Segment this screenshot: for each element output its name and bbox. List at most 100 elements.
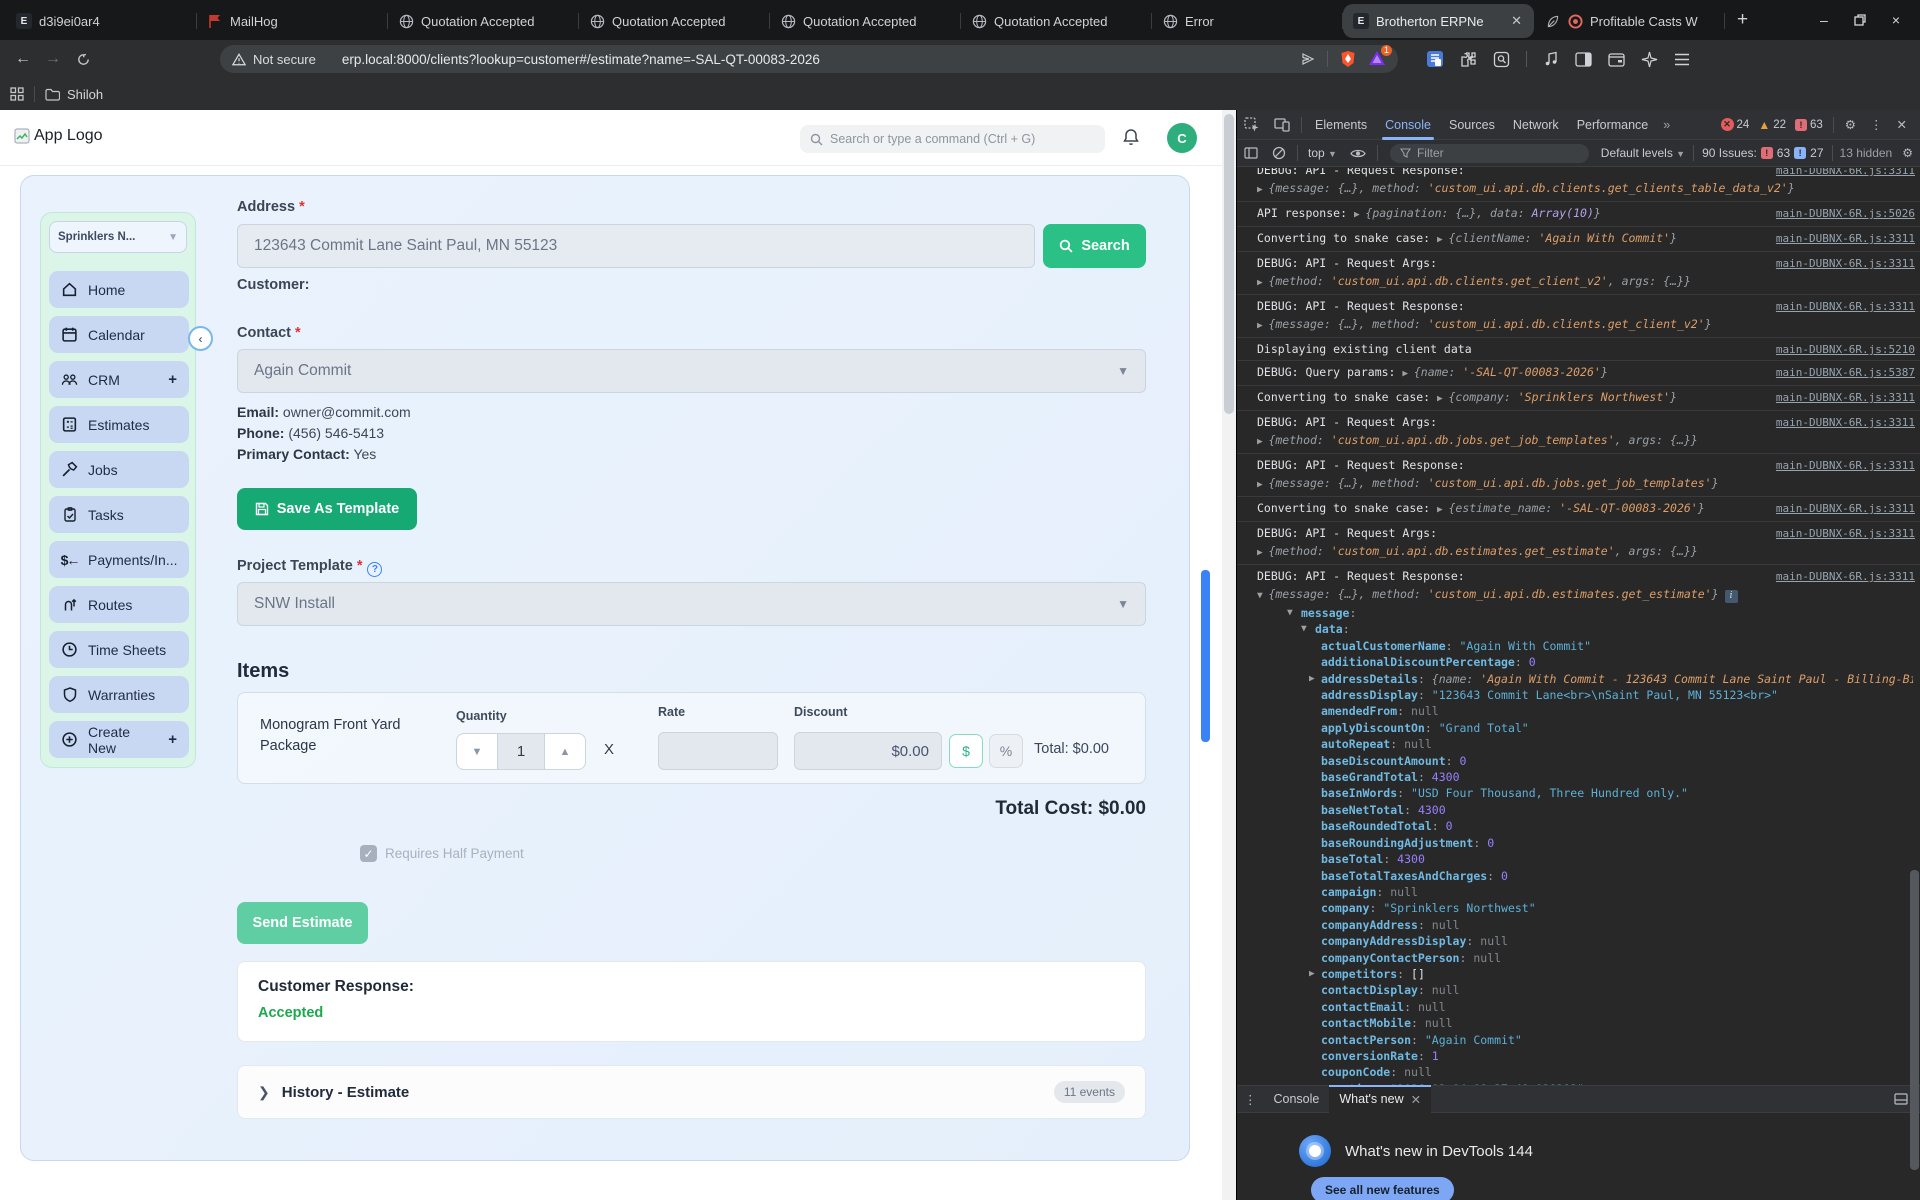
menu-hamburger-icon[interactable] <box>1674 53 1690 66</box>
object-property-row[interactable]: actualCustomerName: "Again With Commit" <box>1257 638 1913 654</box>
brave-shield-icon[interactable] <box>1340 50 1356 68</box>
devtools-tab-network[interactable]: Network <box>1504 110 1568 140</box>
sidebar-toggle-icon[interactable] <box>1575 51 1592 67</box>
user-avatar[interactable]: C <box>1167 123 1197 153</box>
object-property-row[interactable]: ▶ competitors: [] <box>1257 966 1913 982</box>
omnibox[interactable]: Not secure erp.local:8000/clients?lookup… <box>220 45 1398 73</box>
quantity-value[interactable]: 1 <box>497 734 545 769</box>
source-link[interactable]: main-DUBNX-6R.js:5026 <box>1769 205 1915 223</box>
more-tabs-button[interactable]: » <box>1663 118 1670 132</box>
object-property-row[interactable]: companyContactPerson: null <box>1257 950 1913 966</box>
source-link[interactable]: main-DUBNX-6R.js:3311 <box>1769 298 1915 316</box>
discount-dollar-toggle[interactable]: $ <box>949 734 983 768</box>
discount-percent-toggle[interactable]: % <box>989 734 1023 768</box>
drawer-tab-whats-new[interactable]: What's new ✕ <box>1329 1085 1432 1113</box>
reader-mode-icon[interactable] <box>1426 50 1444 68</box>
object-property-row[interactable]: companyAddressDisplay: null <box>1257 933 1913 949</box>
sidebar-item-routes[interactable]: Routes <box>49 586 189 623</box>
warning-count-badge[interactable]: ▲ 22 <box>1758 118 1786 132</box>
command-search-input[interactable]: Search or type a command (Ctrl + G) <box>800 125 1105 153</box>
clear-console-icon[interactable] <box>1265 146 1293 160</box>
object-property-row[interactable]: contactMobile: null <box>1257 1015 1913 1031</box>
reload-button[interactable] <box>68 52 98 67</box>
object-property-row[interactable]: addressDisplay: "123643 Commit Lane<br>\… <box>1257 687 1913 703</box>
search-tabs-icon[interactable] <box>1493 51 1510 68</box>
log-levels-select[interactable]: Default levels ▼ <box>1597 146 1689 160</box>
console-log-entry[interactable]: DEBUG: API - Request Args: ▶ {method: 'cu… <box>1237 521 1920 564</box>
source-link[interactable]: main-DUBNX-6R.js:3311 <box>1769 389 1915 407</box>
expand-plus-icon[interactable]: + <box>168 731 177 748</box>
object-property-row[interactable]: ▼ data: <box>1257 621 1913 637</box>
object-property-row[interactable]: couponCode: null <box>1257 1064 1913 1080</box>
object-property-row[interactable]: autoRepeat: null <box>1257 736 1913 752</box>
object-property-row[interactable]: applyDiscountOn: "Grand Total" <box>1257 720 1913 736</box>
browser-tab-3[interactable]: Quotation Accepted <box>579 4 770 38</box>
sidebar-item-payments-in[interactable]: $← Payments/In... <box>49 541 189 578</box>
object-property-row[interactable]: amendedFrom: null <box>1257 703 1913 719</box>
object-property-row[interactable]: contactDisplay: null <box>1257 982 1913 998</box>
console-sidebar-toggle-icon[interactable] <box>1237 147 1265 159</box>
project-template-select[interactable]: SNW Install ▼ <box>237 582 1146 626</box>
security-chip[interactable]: Not secure <box>253 52 316 67</box>
sidebar-item-calendar[interactable]: Calendar <box>49 316 189 353</box>
live-expression-eye-icon[interactable] <box>1343 148 1373 159</box>
console-log-entry[interactable]: DEBUG: Query params: ▶ {name: '-SAL-QT-0… <box>1237 360 1920 385</box>
browser-tab-8[interactable]: Profitable Casts W <box>1534 4 1725 38</box>
rate-input[interactable] <box>658 732 778 770</box>
browser-tab-7[interactable]: E Brotherton ERPNe ✕ <box>1343 4 1534 38</box>
extensions-puzzle-icon[interactable] <box>1460 51 1477 68</box>
sidebar-item-create-new[interactable]: Create New + <box>49 721 189 758</box>
object-property-row[interactable]: contactEmail: null <box>1257 999 1913 1015</box>
close-drawer-tab-icon[interactable]: ✕ <box>1411 1092 1421 1107</box>
object-property-row[interactable]: baseRoundedTotal: 0 <box>1257 818 1913 834</box>
object-property-row[interactable]: baseNetTotal: 4300 <box>1257 802 1913 818</box>
apps-grid-icon[interactable] <box>10 87 24 101</box>
bookmark-folder-shiloh[interactable]: Shiloh <box>67 87 103 102</box>
restore-button[interactable] <box>1854 14 1866 26</box>
browser-tab-2[interactable]: Quotation Accepted <box>388 4 579 38</box>
forward-button[interactable]: → <box>38 50 68 68</box>
console-log-entry[interactable]: DEBUG: API - Request Response: ▶ {message… <box>1237 294 1920 337</box>
sidebar-item-home[interactable]: Home <box>49 271 189 308</box>
sidebar-collapse-button[interactable]: ‹ <box>188 326 213 351</box>
page-scrollbar[interactable] <box>1222 110 1236 1200</box>
sidebar-item-jobs[interactable]: Jobs <box>49 451 189 488</box>
source-link[interactable]: main-DUBNX-6R.js:3311 <box>1769 230 1915 248</box>
browser-tab-6[interactable]: Error <box>1152 4 1343 38</box>
devtools-tab-sources[interactable]: Sources <box>1440 110 1504 140</box>
object-property-row[interactable]: baseDiscountAmount: 0 <box>1257 753 1913 769</box>
object-property-row[interactable]: baseTotalTaxesAndCharges: 0 <box>1257 868 1913 884</box>
new-tab-button[interactable]: + <box>1737 9 1748 31</box>
history-accordion[interactable]: ❯ History - Estimate 11 events <box>237 1065 1146 1119</box>
page-scrollbar-thumb[interactable] <box>1224 114 1234 414</box>
extension-badge-icon[interactable]: 1 <box>1368 45 1392 68</box>
wallet-icon[interactable] <box>1608 52 1625 67</box>
drawer-kebab-menu-icon[interactable]: ⋮ <box>1237 1092 1264 1107</box>
discount-input[interactable]: $0.00 <box>794 732 942 770</box>
browser-tab-0[interactable]: Ed3i9ei0ar4 <box>6 4 197 38</box>
send-estimate-button[interactable]: Send Estimate <box>237 902 368 944</box>
devtools-tab-performance[interactable]: Performance <box>1568 110 1658 140</box>
close-window-button[interactable]: × <box>1892 12 1900 28</box>
sidebar-item-tasks[interactable]: Tasks <box>49 496 189 533</box>
save-as-template-button[interactable]: Save As Template <box>237 488 417 530</box>
console-log-entry[interactable]: DEBUG: API - Request Response: ▶ {message… <box>1237 168 1920 201</box>
minimize-button[interactable]: – <box>1820 12 1828 28</box>
object-property-row[interactable]: campaign: null <box>1257 884 1913 900</box>
inner-scroll-indicator[interactable] <box>1201 570 1210 742</box>
media-control-icon[interactable] <box>1543 51 1559 67</box>
console-log-entry[interactable]: DEBUG: API - Request Response: ▶ {message… <box>1237 453 1920 496</box>
drawer-tab-console[interactable]: Console <box>1264 1085 1330 1113</box>
sidebar-item-crm[interactable]: CRM + <box>49 361 189 398</box>
devtools-close-icon[interactable]: ✕ <box>1890 117 1914 132</box>
contact-select[interactable]: Again Commit ▼ <box>237 349 1146 393</box>
object-property-row[interactable]: baseTotal: 4300 <box>1257 851 1913 867</box>
sidebar-item-warranties[interactable]: Warranties <box>49 676 189 713</box>
inspect-element-icon[interactable] <box>1237 116 1267 133</box>
devtools-tab-elements[interactable]: Elements <box>1306 110 1376 140</box>
sidebar-item-time-sheets[interactable]: Time Sheets <box>49 631 189 668</box>
quantity-decrease-button[interactable]: ▼ <box>457 734 497 769</box>
console-settings-gear-icon[interactable]: ⚙ <box>1895 146 1920 160</box>
source-link[interactable]: main-DUBNX-6R.js:3311 <box>1769 168 1915 180</box>
quantity-increase-button[interactable]: ▲ <box>545 734 585 769</box>
